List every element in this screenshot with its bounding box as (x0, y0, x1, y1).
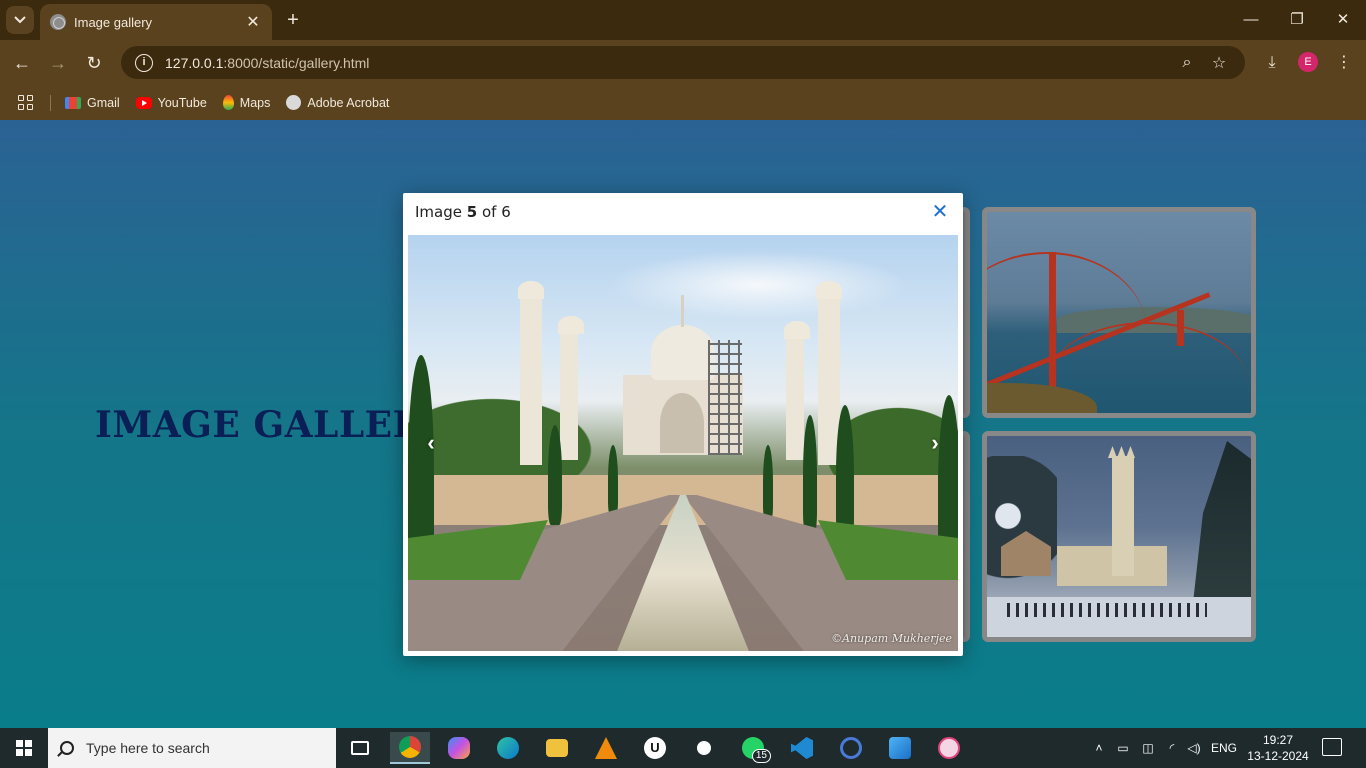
page-title: IMAGE GALLERY (95, 404, 449, 446)
zoom-icon[interactable]: ⌕ (1175, 54, 1199, 72)
file-explorer-icon[interactable] (537, 732, 577, 764)
bookmark-label: YouTube (157, 95, 207, 110)
caption-mid: of (481, 203, 497, 221)
bookmarks-bar: Gmail YouTube Maps Adobe Acrobat (0, 85, 1366, 120)
acrobat-icon (286, 95, 302, 110)
vlc-icon[interactable] (586, 732, 626, 764)
clock-time: 19:27 (1262, 733, 1294, 747)
site-info-icon[interactable]: i (135, 53, 153, 72)
address-bar[interactable]: i 127.0.0.1:8000/static/gallery.html ⌕ ☆ (121, 46, 1245, 79)
bookmark-youtube[interactable]: YouTube (135, 95, 207, 110)
chevron-down-icon (14, 16, 26, 24)
copilot-icon[interactable] (439, 732, 479, 764)
taskbar-clock[interactable]: 19:27 13-12-2024 (1244, 732, 1312, 764)
lightbox-caption: Image 5 of 6 (415, 203, 511, 221)
whatsapp-icon[interactable]: 15 (733, 732, 773, 764)
back-icon[interactable]: ← (9, 50, 35, 76)
search-icon (60, 741, 74, 755)
caption-prefix: Image (415, 203, 462, 221)
gmail-icon (65, 96, 81, 109)
bookmark-adobe-acrobat[interactable]: Adobe Acrobat (286, 95, 389, 110)
photos-icon[interactable] (880, 732, 920, 764)
bookmark-gmail[interactable]: Gmail (65, 96, 120, 110)
whatsapp-web-icon[interactable] (684, 732, 724, 764)
bookmark-star-icon[interactable]: ☆ (1207, 53, 1231, 73)
reload-icon[interactable]: ↻ (81, 50, 107, 76)
edge-icon[interactable] (488, 732, 528, 764)
profile-avatar[interactable]: E (1298, 52, 1318, 72)
clock-date: 13-12-2024 (1247, 749, 1309, 763)
settings-app-icon[interactable] (831, 732, 871, 764)
tray-chevron-up-icon[interactable]: ˄ (1090, 728, 1108, 768)
lightbox-prev-icon[interactable]: ‹ (419, 429, 443, 457)
apps-grid-icon[interactable] (18, 94, 34, 111)
webcam-icon[interactable]: ◫ (1138, 728, 1158, 768)
bookmark-label: Adobe Acrobat (307, 95, 390, 110)
window-close-icon[interactable]: ✕ (1328, 8, 1358, 32)
thumbnail-church[interactable] (982, 431, 1256, 642)
battery-icon[interactable]: ▭ (1113, 728, 1133, 768)
minimize-icon[interactable]: — (1236, 8, 1266, 32)
start-button[interactable] (0, 728, 48, 768)
bookmark-label: Gmail (87, 95, 120, 110)
new-tab-button[interactable]: + (282, 8, 304, 32)
windows-taskbar: Type here to search U 15 ˄ ▭ ◫ ◜ ◁) ENG … (0, 728, 1366, 768)
caption-total: 6 (501, 203, 511, 221)
paint-icon[interactable] (929, 732, 969, 764)
globe-icon (50, 14, 66, 30)
windows-logo-icon (16, 740, 32, 756)
whatsapp-badge: 15 (751, 749, 771, 763)
bookmark-maps[interactable]: Maps (222, 95, 271, 110)
tab-image-gallery[interactable]: Image gallery ✕ (40, 4, 272, 40)
tab-search-button[interactable] (6, 6, 34, 34)
restore-icon[interactable]: ❐ (1282, 8, 1312, 32)
caption-current: 5 (466, 203, 478, 221)
browser-toolbar: ← → ↻ i 127.0.0.1:8000/static/gallery.ht… (0, 40, 1366, 85)
taskbar-search[interactable]: Type here to search (48, 728, 336, 768)
maps-icon (222, 95, 234, 110)
browser-tabstrip: Image gallery ✕ + — ❐ ✕ (0, 0, 1366, 40)
language-indicator[interactable]: ENG (1208, 728, 1240, 768)
url-host: 127.0.0.1 (165, 54, 224, 71)
task-view-icon[interactable] (340, 732, 380, 764)
lightbox-modal: Image 5 of 6 ✕ ©Anupam Mukherjee ‹ › (403, 193, 963, 656)
wifi-icon[interactable]: ◜ (1162, 728, 1182, 768)
taskbar-search-placeholder: Type here to search (86, 740, 210, 756)
url-path: :8000/static/gallery.html (223, 54, 370, 71)
bookmark-label: Maps (239, 95, 271, 110)
tab-close-icon[interactable]: ✕ (244, 12, 262, 32)
lightbox-close-icon[interactable]: ✕ (931, 202, 949, 222)
u-app-icon[interactable]: U (635, 732, 675, 764)
menu-kebab-icon[interactable]: ⋮ (1331, 50, 1357, 76)
volume-icon[interactable]: ◁) (1184, 728, 1204, 768)
forward-icon[interactable]: → (45, 50, 71, 76)
url-text[interactable]: 127.0.0.1:8000/static/gallery.html (165, 55, 1167, 71)
lightbox-image: ©Anupam Mukherjee (408, 235, 958, 651)
thumbnail-golden-gate[interactable] (982, 207, 1256, 418)
image-credit: ©Anupam Mukherjee (831, 632, 952, 645)
download-icon[interactable]: ⤓ (1259, 50, 1285, 76)
chrome-taskbar-icon[interactable] (390, 732, 430, 764)
youtube-icon (135, 96, 152, 109)
tab-title: Image gallery (74, 14, 153, 30)
lightbox-next-icon[interactable]: › (923, 429, 947, 457)
gallery-page: IMAGE GALLERY Image 5 of 6 ✕ ©Anupam Muk… (0, 120, 1366, 728)
bookmarks-divider (50, 94, 51, 111)
notification-icon[interactable] (1322, 738, 1342, 756)
vscode-icon[interactable] (782, 732, 822, 764)
